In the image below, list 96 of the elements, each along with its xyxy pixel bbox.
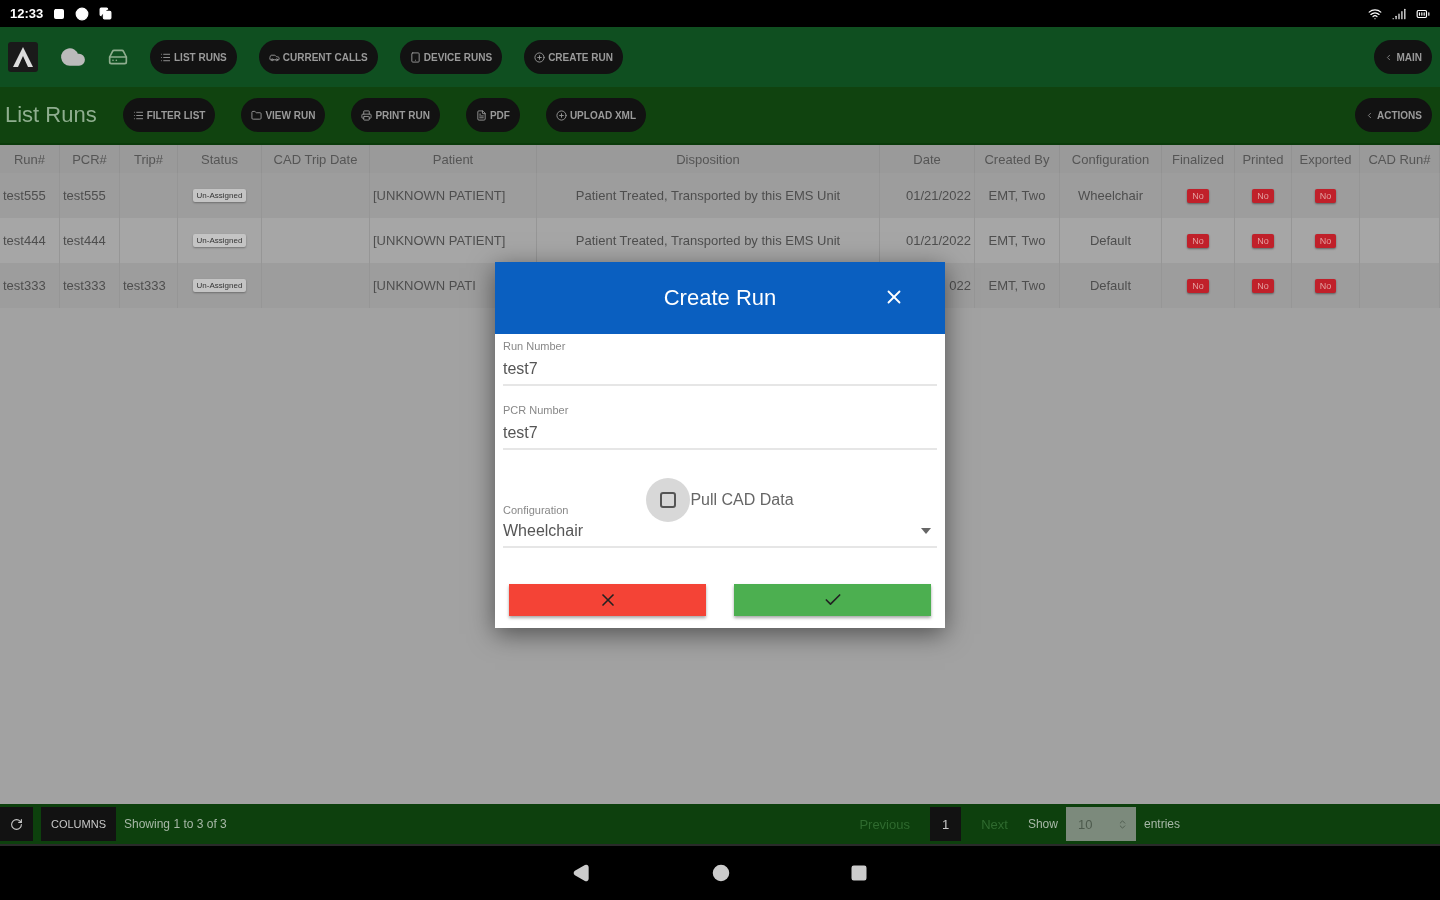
- field-label: Run Number: [503, 340, 567, 352]
- nav-button[interactable]: VIEW RUN: [241, 98, 326, 132]
- drive-icon[interactable]: [108, 47, 128, 67]
- page-button[interactable]: 1: [929, 807, 962, 841]
- wifi-icon: [1368, 6, 1382, 21]
- dialog-title: Create Run: [663, 285, 777, 311]
- status-tag: Un-Assigned: [192, 279, 247, 292]
- entries-info: Showing 1 to 3 of 3: [124, 817, 227, 831]
- table-cell: test555: [0, 173, 60, 218]
- list-icon: [132, 109, 144, 121]
- no-badge: No: [1314, 278, 1337, 293]
- home-icon[interactable]: [712, 864, 730, 882]
- checkbox[interactable]: [646, 478, 691, 522]
- notification-icon: [75, 6, 90, 21]
- field-value: Wheelchair: [503, 522, 584, 540]
- table-cell: [UNKNOWN PATIENT]: [370, 218, 537, 263]
- column-header[interactable]: Run#: [0, 145, 60, 173]
- table-cell: 01/21/2022: [880, 218, 975, 263]
- nav-button[interactable]: LIST RUNS: [150, 40, 237, 74]
- table-cell: test333: [0, 263, 60, 308]
- column-header[interactable]: Exported: [1292, 145, 1360, 173]
- recents-icon[interactable]: [850, 864, 868, 882]
- column-header[interactable]: Patient: [370, 145, 537, 173]
- column-header[interactable]: Printed: [1235, 145, 1292, 173]
- field-label: PCR Number: [503, 404, 570, 416]
- no-badge: No: [1187, 233, 1209, 248]
- table-cell: EMT, Two: [975, 263, 1060, 308]
- column-header[interactable]: CAD Trip Date: [262, 145, 370, 173]
- table-cell: test333: [120, 263, 178, 308]
- actions-button[interactable]: ACTIONS: [1355, 98, 1432, 132]
- column-header[interactable]: PCR#: [60, 145, 120, 173]
- dropdown-icon: [921, 528, 931, 534]
- field-label: Configuration: [503, 504, 570, 516]
- nav-button[interactable]: CURRENT CALLS: [258, 40, 378, 74]
- status-tag: Un-Assigned: [192, 189, 247, 202]
- no-badge: No: [1252, 278, 1274, 293]
- table-cell: EMT, Two: [975, 218, 1060, 263]
- chevron-icon: [1365, 110, 1374, 120]
- table-cell: EMT, Two: [975, 173, 1060, 218]
- column-header[interactable]: Status: [178, 145, 262, 173]
- no-badge: No: [1187, 188, 1209, 203]
- table-cell: [UNKNOWN PATIENT]: [370, 173, 537, 218]
- table-cell: Patient Treated, Transported by this EMS Unit: [537, 173, 880, 218]
- table-cell: 01/21/2022: [880, 173, 975, 218]
- signal-icon: [1392, 6, 1406, 21]
- page-title: List Runs: [5, 102, 97, 128]
- column-header[interactable]: Finalized: [1162, 145, 1235, 173]
- field-value: test7: [503, 360, 539, 378]
- document-icon: [475, 109, 487, 121]
- table-cell: Default: [1060, 218, 1162, 263]
- table-cell: test444: [0, 218, 60, 263]
- column-header[interactable]: Date: [880, 145, 975, 173]
- printer-icon: [361, 109, 373, 121]
- no-badge: No: [1187, 278, 1209, 293]
- notification-icon: [53, 7, 66, 20]
- text-field[interactable]: PCR Number test7: [503, 402, 937, 450]
- show-label: Show: [1027, 817, 1058, 831]
- refresh-icon: [10, 817, 23, 831]
- logo-icon[interactable]: [8, 42, 38, 72]
- table-cell: test333: [60, 263, 120, 308]
- back-icon[interactable]: [572, 863, 592, 883]
- nav-button[interactable]: PDF: [465, 98, 520, 132]
- status-tag: Un-Assigned: [192, 234, 247, 247]
- column-header[interactable]: Created By: [975, 145, 1060, 173]
- table-cell: Patient Treated, Transported by this EMS Unit: [537, 218, 880, 263]
- field-value: test7: [503, 424, 539, 442]
- nav-button[interactable]: PRINT RUN: [351, 98, 440, 132]
- no-badge: No: [1314, 188, 1337, 203]
- column-header[interactable]: CAD Run#: [1360, 145, 1440, 173]
- folder-icon: [251, 109, 263, 121]
- main-button[interactable]: MAIN: [1374, 40, 1432, 74]
- table-cell: test555: [60, 173, 120, 218]
- nav-button[interactable]: DEVICE RUNS: [399, 40, 503, 74]
- nav-button[interactable]: UPLOAD XML: [545, 98, 646, 132]
- no-badge: No: [1252, 188, 1274, 203]
- plus-icon: [555, 109, 567, 121]
- nav-button[interactable]: FILTER LIST: [122, 98, 216, 132]
- table-cell: Wheelchair: [1060, 173, 1162, 218]
- sd-card-icon: [99, 7, 113, 20]
- column-header[interactable]: Configuration: [1060, 145, 1162, 173]
- text-field[interactable]: Run Number test7: [503, 338, 937, 386]
- refresh-button[interactable]: [0, 807, 33, 841]
- nav-button[interactable]: CREATE RUN: [524, 40, 623, 74]
- status-time: 12:33: [10, 6, 44, 21]
- no-badge: No: [1314, 233, 1337, 248]
- table-cell: test444: [60, 218, 120, 263]
- plus-icon: [534, 51, 546, 63]
- column-header[interactable]: Disposition: [537, 145, 880, 173]
- table-cell: Default: [1060, 263, 1162, 308]
- list-icon: [160, 51, 171, 63]
- entries-label: entries: [1143, 817, 1180, 831]
- column-header[interactable]: Trip#: [120, 145, 178, 173]
- tablet-icon: [409, 51, 421, 63]
- no-badge: No: [1252, 233, 1274, 248]
- columns-button[interactable]: COLUMNS: [41, 807, 116, 841]
- configuration-select[interactable]: Configuration Wheelchair: [503, 504, 937, 548]
